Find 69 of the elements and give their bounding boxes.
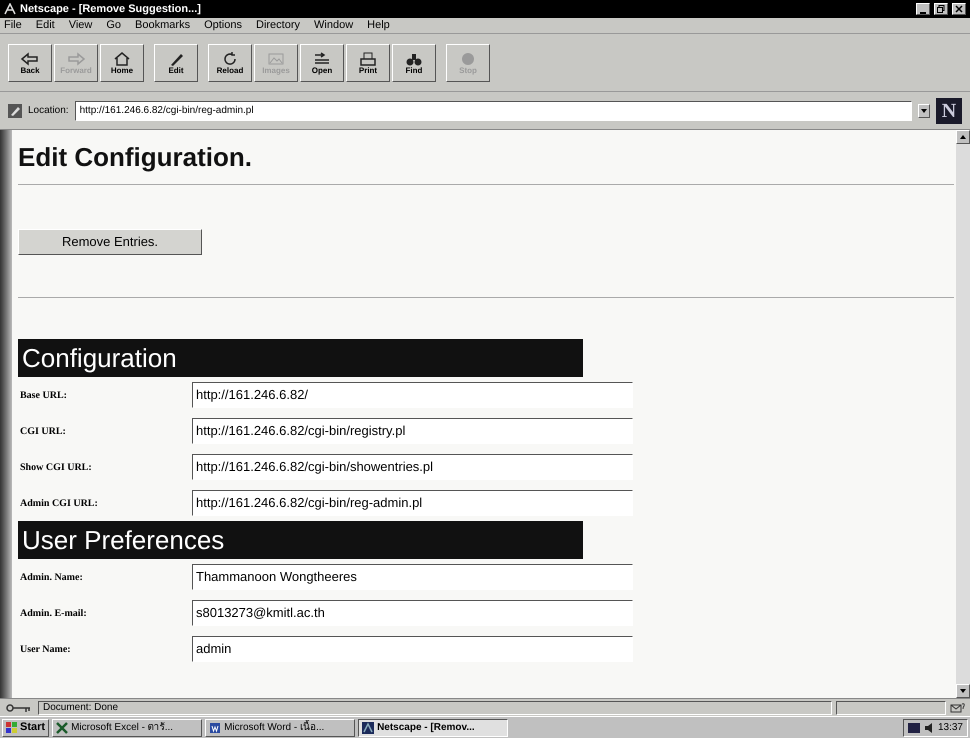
field-label: Admin. Name: xyxy=(19,570,84,584)
text-field[interactable]: admin xyxy=(192,636,633,662)
text-field[interactable]: http://161.246.6.82/cgi-bin/showentries.pl xyxy=(192,454,633,480)
close-icon xyxy=(955,5,963,13)
page-title: Edit Configuration. xyxy=(18,144,253,170)
text-field[interactable]: http://161.246.6.82/ xyxy=(192,382,633,408)
toolbar-button[interactable]: Home xyxy=(100,44,144,82)
section-heading: Configuration xyxy=(18,339,583,377)
text-field[interactable]: http://161.246.6.82/cgi-bin/registry.pl xyxy=(192,418,633,444)
clock: 13:37 xyxy=(938,721,963,735)
taskbar-button[interactable]: Netscape - [Remov... xyxy=(358,718,508,736)
menu-item[interactable]: Directory xyxy=(256,17,300,34)
down-arrow-icon xyxy=(960,689,966,693)
scrollbar[interactable] xyxy=(956,130,970,698)
house-icon xyxy=(112,50,132,66)
taskbar-button[interactable]: Microsoft Excel - ตารั... xyxy=(52,718,202,736)
menu-item[interactable]: Go xyxy=(106,17,122,34)
field-label: Admin. E-mail: xyxy=(19,606,88,620)
restore-icon xyxy=(937,5,945,13)
toolbar-button[interactable]: Back xyxy=(8,44,52,82)
printer-icon xyxy=(358,50,378,66)
dropdown-button[interactable] xyxy=(918,104,930,118)
close-button[interactable] xyxy=(952,3,966,15)
pencil-icon xyxy=(8,104,22,118)
spreadsheet-icon xyxy=(56,722,68,734)
mail-icon xyxy=(950,702,966,714)
location-field[interactable]: http://161.246.6.82/cgi-bin/reg-admin.pl xyxy=(74,100,912,120)
text-field[interactable]: s8013273@kmitl.ac.th xyxy=(192,600,633,626)
speaker-icon xyxy=(924,722,934,732)
toolbar-button[interactable]: Reload xyxy=(208,44,252,82)
text-field[interactable]: Thammanoon Wongtheeres xyxy=(192,564,633,590)
open-icon xyxy=(312,50,332,66)
browser-icon xyxy=(362,722,374,734)
toolbar-button[interactable]: Edit xyxy=(154,44,198,82)
taskbar-button[interactable]: Microsoft Word - เนื้อ... xyxy=(205,718,356,736)
back-arrow-icon xyxy=(20,50,40,66)
toolbar-button[interactable]: Find xyxy=(392,44,436,82)
image-icon xyxy=(266,50,286,66)
minimize-button[interactable] xyxy=(916,3,930,15)
section-heading: User Preferences xyxy=(18,521,583,559)
toolbar-button[interactable]: Open xyxy=(300,44,344,82)
field-label: User Name: xyxy=(19,642,72,656)
status-text: Document: Done xyxy=(38,700,832,714)
document-icon xyxy=(209,722,222,734)
menu-item[interactable]: File xyxy=(4,17,22,34)
menu-item[interactable]: Bookmarks xyxy=(135,17,190,34)
menu-item[interactable]: Edit xyxy=(36,17,55,34)
location-label: Location: xyxy=(28,104,69,118)
menu-item[interactable]: Options xyxy=(204,17,242,34)
browser-icon xyxy=(4,3,16,15)
field-label: Base URL: xyxy=(19,388,68,402)
brand-logo: N xyxy=(936,98,962,124)
windows-logo-icon xyxy=(6,722,18,734)
up-arrow-icon xyxy=(960,135,966,139)
field-label: Admin CGI URL: xyxy=(19,496,99,510)
menu-item[interactable]: Window xyxy=(314,17,354,34)
minimize-icon xyxy=(920,12,926,14)
remove-entries-button[interactable]: Remove Entries. xyxy=(18,229,202,255)
restore-button[interactable] xyxy=(934,3,948,15)
field-label: Show CGI URL: xyxy=(19,460,93,474)
toolbar-button[interactable]: Print xyxy=(346,44,390,82)
menu-item[interactable]: Help xyxy=(367,17,390,34)
text-field[interactable]: http://161.246.6.82/cgi-bin/reg-admin.pl xyxy=(192,490,633,516)
caret-icon xyxy=(921,108,927,112)
forward-arrow-icon xyxy=(66,50,86,66)
menu-item[interactable]: View xyxy=(68,17,92,34)
start-button[interactable]: Start xyxy=(2,718,50,736)
window-title: Netscape - [Remove Suggestion...] xyxy=(20,2,201,17)
field-label: CGI URL: xyxy=(19,424,67,438)
